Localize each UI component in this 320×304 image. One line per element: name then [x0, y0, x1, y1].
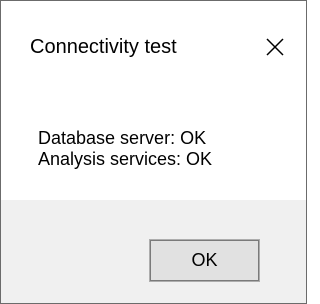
title-bar: Connectivity test	[1, 1, 306, 93]
connectivity-test-dialog: Connectivity test Database server: OK An…	[0, 0, 307, 304]
ok-button[interactable]: OK	[149, 239, 260, 282]
database-server-status: Database server: OK	[38, 128, 207, 148]
dialog-footer: OK	[1, 200, 306, 303]
close-button[interactable]	[253, 27, 297, 67]
close-icon	[266, 38, 284, 56]
dialog-title: Connectivity test	[30, 36, 177, 58]
analysis-services-status: Analysis services: OK	[38, 149, 213, 169]
message-area: Database server: OK Analysis services: O…	[1, 93, 306, 200]
